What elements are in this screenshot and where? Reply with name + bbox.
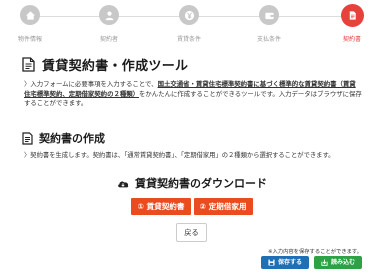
step-rent-terms[interactable]: 賃貸条件 xyxy=(161,5,217,43)
back-button[interactable]: 戻る xyxy=(176,223,207,242)
section-title: 契約書の作成 xyxy=(39,132,105,145)
step-label: 契約者 xyxy=(99,36,118,43)
save-note: ※入力内容を保存することができます。 xyxy=(268,249,362,255)
page-title-row: 賃貸契約書・作成ツール xyxy=(22,55,188,74)
contract-icon xyxy=(22,131,33,145)
save-button[interactable]: 保存する xyxy=(260,256,309,269)
download-title: 賃貸契約書のダウンロード xyxy=(135,177,267,190)
step-label: 契約書 xyxy=(342,36,361,43)
load-button[interactable]: 読み込む xyxy=(313,256,362,269)
download-heading: 賃貸契約書のダウンロード xyxy=(0,175,384,191)
intro-text: 〉入力フォームに必要事項を入力することで、国土交通省・賃貸住宅標準契約書に基づく… xyxy=(24,80,362,109)
save-button-label: 保存する xyxy=(277,259,302,266)
person-icon xyxy=(99,5,119,25)
download-fixed-term-button[interactable]: ② 定期借家用 xyxy=(193,198,253,215)
step-contractor[interactable]: 契約者 xyxy=(81,5,137,43)
intro-prefix: 〉入力フォームに必要事項を入力することで、 xyxy=(24,80,158,88)
section-title-row: 契約書の作成 xyxy=(22,130,105,146)
progress-stepper: 物件情報 契約者 賃貸条件 支払条件 契約書 xyxy=(0,0,384,44)
step-label: 支払条件 xyxy=(256,36,281,43)
load-button-label: 読み込む xyxy=(330,259,355,266)
download-standard-contract-button[interactable]: ① 賃貸契約書 xyxy=(131,198,191,215)
step-property-info[interactable]: 物件情報 xyxy=(2,5,58,43)
step-label: 物件情報 xyxy=(17,36,42,43)
step-contract[interactable]: 契約書 xyxy=(324,4,380,43)
load-icon xyxy=(321,259,328,266)
section-description: 〉契約書を生成します。契約書は、「通常賃貸契約書」、「定期借家用」の２種類から選… xyxy=(24,152,335,159)
page-title: 賃貸契約書・作成ツール xyxy=(42,59,189,74)
save-load-buttons: 保存する 読み込む xyxy=(260,256,362,269)
save-icon xyxy=(268,259,275,266)
document-icon xyxy=(22,57,35,72)
download-buttons: ① 賃貸契約書 ② 定期借家用 xyxy=(0,198,384,215)
document-icon xyxy=(340,4,364,27)
cloud-download-icon xyxy=(118,181,129,187)
wallet-icon xyxy=(259,5,279,25)
house-icon xyxy=(20,5,40,25)
step-payment-terms[interactable]: 支払条件 xyxy=(241,5,297,43)
yen-icon xyxy=(179,5,199,25)
step-label: 賃貸条件 xyxy=(176,36,201,43)
